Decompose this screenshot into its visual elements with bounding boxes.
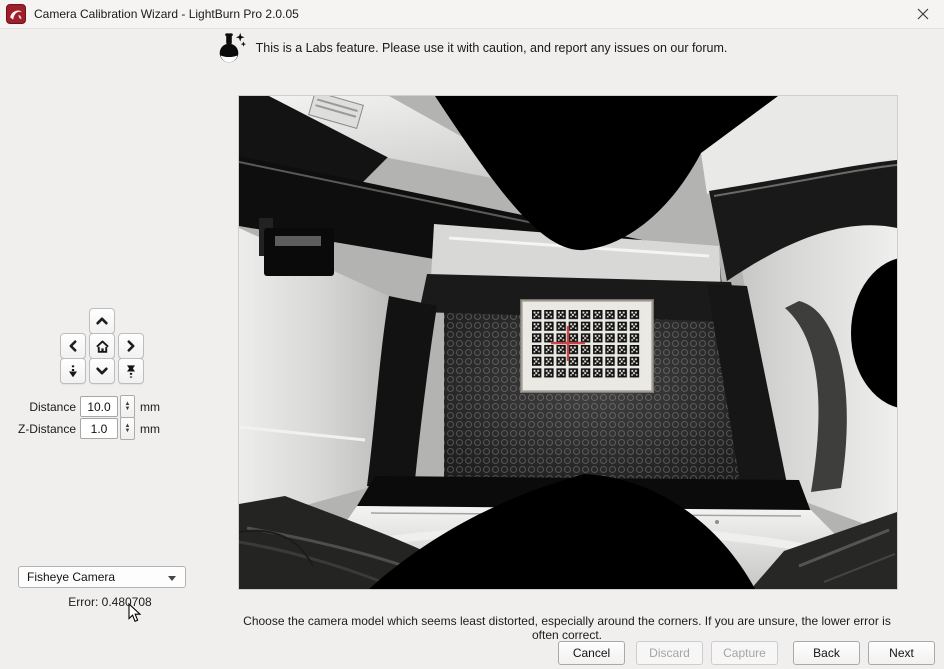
close-icon bbox=[916, 7, 930, 21]
arrow-up-dashed-icon bbox=[124, 364, 138, 379]
jog-right-button[interactable] bbox=[118, 333, 144, 359]
home-button[interactable] bbox=[89, 333, 115, 359]
z-distance-unit: mm bbox=[140, 422, 160, 436]
camera-view-image bbox=[238, 95, 898, 590]
title-bar: Camera Calibration Wizard - LightBurn Pr… bbox=[0, 0, 944, 29]
mouse-cursor bbox=[128, 603, 142, 623]
distance-label: Distance bbox=[0, 400, 80, 414]
z-distance-label: Z-Distance bbox=[0, 422, 80, 436]
camera-calibration-wizard-window: Camera Calibration Wizard - LightBurn Pr… bbox=[0, 0, 944, 669]
next-button[interactable]: Next bbox=[868, 641, 935, 665]
close-button[interactable] bbox=[906, 0, 940, 28]
stepper-down-icon: ▼ bbox=[125, 429, 131, 434]
error-label: Error: bbox=[68, 595, 98, 609]
chevron-up-icon bbox=[95, 314, 109, 328]
back-button[interactable]: Back bbox=[793, 641, 860, 665]
raise-z-button[interactable] bbox=[118, 358, 144, 384]
lower-z-button[interactable] bbox=[60, 358, 86, 384]
z-distance-field-row: Z-Distance ▲▼ mm bbox=[0, 418, 160, 439]
z-distance-stepper[interactable]: ▲▼ bbox=[120, 417, 135, 440]
distance-stepper[interactable]: ▲▼ bbox=[120, 395, 135, 418]
jog-left-button[interactable] bbox=[60, 333, 86, 359]
home-icon bbox=[95, 339, 110, 354]
lightburn-app-icon bbox=[6, 4, 26, 24]
cancel-button[interactable]: Cancel bbox=[558, 641, 625, 665]
capture-button[interactable]: Capture bbox=[711, 641, 778, 665]
error-value: 0.480708 bbox=[102, 595, 152, 609]
jog-down-button[interactable] bbox=[89, 358, 115, 384]
distance-unit: mm bbox=[140, 400, 160, 414]
z-distance-input[interactable] bbox=[80, 418, 118, 439]
labs-flask-icon bbox=[217, 32, 247, 64]
instruction-text: Choose the camera model which seems leas… bbox=[238, 614, 896, 642]
stepper-down-icon: ▼ bbox=[125, 407, 131, 412]
window-title: Camera Calibration Wizard - LightBurn Pr… bbox=[34, 7, 299, 21]
jog-up-button[interactable] bbox=[89, 308, 115, 334]
dropdown-arrow-icon bbox=[168, 576, 176, 581]
labs-notice-text: This is a Labs feature. Please use it wi… bbox=[256, 41, 728, 55]
labs-notice: This is a Labs feature. Please use it wi… bbox=[0, 30, 944, 66]
fisheye-camera-frame bbox=[239, 96, 897, 589]
chevron-left-icon bbox=[66, 339, 80, 353]
camera-model-selected: Fisheye Camera bbox=[27, 570, 115, 584]
chevron-right-icon bbox=[124, 339, 138, 353]
chevron-down-icon bbox=[95, 364, 109, 378]
distance-input[interactable] bbox=[80, 396, 118, 417]
arrow-down-dashed-icon bbox=[66, 364, 80, 379]
distance-field-row: Distance ▲▼ mm bbox=[0, 396, 160, 417]
camera-model-select[interactable]: Fisheye Camera bbox=[18, 566, 186, 588]
calibration-error-readout: Error: 0.480708 bbox=[30, 595, 190, 609]
discard-button[interactable]: Discard bbox=[636, 641, 703, 665]
